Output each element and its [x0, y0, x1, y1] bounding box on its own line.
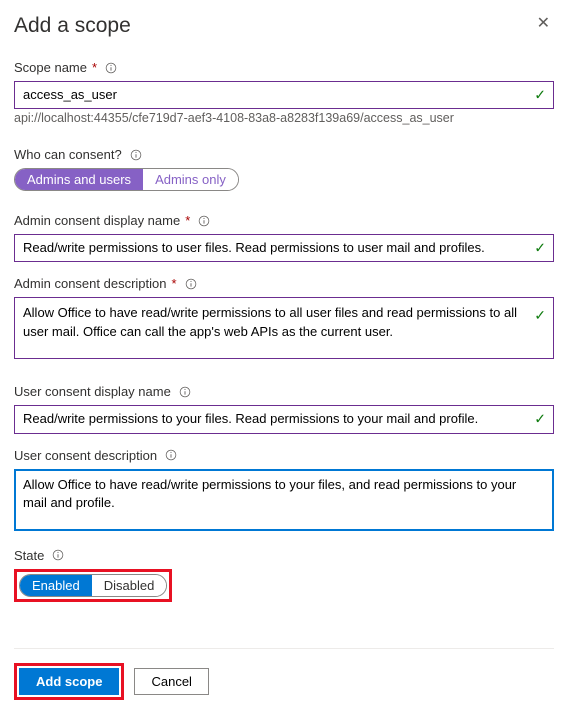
- info-icon[interactable]: [52, 549, 64, 561]
- user-display-label: User consent display name: [14, 384, 554, 399]
- checkmark-icon: ✓: [534, 411, 546, 428]
- consent-admins-only[interactable]: Admins only: [143, 169, 238, 190]
- info-icon[interactable]: [105, 62, 117, 74]
- admin-desc-label: Admin consent description*: [14, 276, 554, 291]
- info-icon[interactable]: [165, 449, 177, 461]
- add-scope-button[interactable]: Add scope: [19, 668, 119, 695]
- consent-admins-users[interactable]: Admins and users: [15, 169, 143, 190]
- admin-display-input[interactable]: [14, 234, 554, 262]
- user-display-input[interactable]: [14, 405, 554, 433]
- info-icon[interactable]: [185, 278, 197, 290]
- panel-title: Add a scope: [14, 14, 131, 38]
- admin-desc-textarea[interactable]: [14, 297, 554, 359]
- checkmark-icon: ✓: [534, 307, 546, 324]
- cancel-button[interactable]: Cancel: [134, 668, 208, 695]
- user-desc-label: User consent description: [14, 448, 554, 463]
- scope-uri-preview: api://localhost:44355/cfe719d7-aef3-4108…: [14, 111, 554, 125]
- consent-toggle[interactable]: Admins and users Admins only: [14, 168, 239, 191]
- state-disabled[interactable]: Disabled: [92, 575, 167, 596]
- close-icon[interactable]: ✕: [533, 14, 554, 34]
- state-toggle[interactable]: Enabled Disabled: [19, 574, 167, 597]
- state-enabled[interactable]: Enabled: [20, 575, 92, 596]
- scope-name-input[interactable]: [14, 81, 554, 109]
- scope-name-label: Scope name*: [14, 60, 554, 75]
- info-icon[interactable]: [198, 215, 210, 227]
- checkmark-icon: ✓: [534, 87, 546, 104]
- state-label: State: [14, 548, 554, 563]
- consent-label: Who can consent?: [14, 147, 554, 162]
- footer: Add scope Cancel: [14, 648, 554, 700]
- admin-display-label: Admin consent display name*: [14, 213, 554, 228]
- user-desc-textarea[interactable]: [14, 469, 554, 531]
- checkmark-icon: ✓: [534, 240, 546, 257]
- info-icon[interactable]: [130, 149, 142, 161]
- info-icon[interactable]: [179, 386, 191, 398]
